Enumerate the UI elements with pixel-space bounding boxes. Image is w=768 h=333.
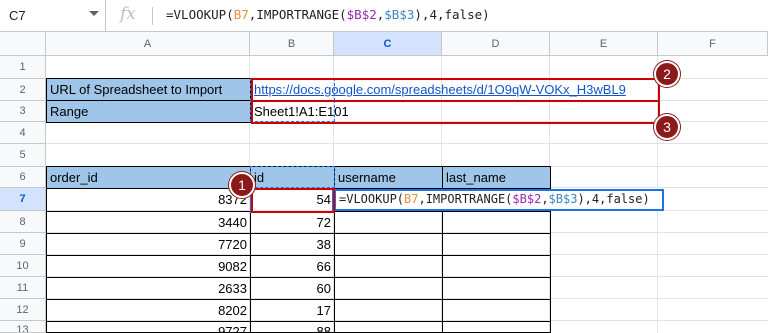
last-name-cell[interactable] (442, 277, 551, 300)
formula-part-import: ,IMPORTRANGE( (248, 7, 347, 22)
select-all-corner[interactable] (0, 32, 46, 56)
id-cell[interactable]: 38 (250, 233, 335, 256)
order-id-cell[interactable]: 8202 (46, 299, 251, 322)
username-cell[interactable] (334, 233, 443, 256)
row-header-5[interactable]: 5 (0, 144, 46, 167)
column-header-e[interactable]: E (550, 32, 658, 56)
annotation-box-range (251, 100, 660, 124)
step-badge-2: 2 (654, 61, 680, 87)
spreadsheet-grid: A B C D E F 1 2 3 4 5 6 7 8 9 10 11 12 1… (0, 32, 768, 333)
row-header-7[interactable]: 7 (0, 188, 46, 211)
id-cell[interactable]: 72 (250, 211, 335, 234)
cell-d6[interactable]: last_name (442, 166, 551, 189)
username-cell[interactable] (334, 299, 443, 322)
row-header-10[interactable]: 10 (0, 255, 46, 277)
order-id-cell[interactable]: 9727 (46, 321, 251, 333)
order-id-cell[interactable]: 9082 (46, 255, 251, 278)
fx-icon: fx (120, 4, 136, 24)
formula-bar: C7 fx =VLOOKUP(B7,IMPORTRANGE($B$2,$B$3)… (0, 0, 768, 32)
column-header-f[interactable]: F (658, 32, 768, 56)
last-name-cell[interactable] (442, 211, 551, 234)
formula-ref-b2: $B$2 (346, 7, 377, 22)
order-id-cell[interactable]: 3440 (46, 211, 251, 234)
last-name-cell[interactable] (442, 299, 551, 322)
editor-part-import: ,IMPORTRANGE( (418, 192, 513, 206)
formula-ref-b3: $B$3 (384, 7, 415, 22)
row-header-4[interactable]: 4 (0, 122, 46, 144)
cell-c6[interactable]: username (334, 166, 443, 189)
ref-highlight-b6 (250, 166, 335, 188)
formula-input[interactable]: =VLOOKUP(B7,IMPORTRANGE($B$2,$B$3),4,fal… (166, 7, 490, 22)
id-cell[interactable]: 88 (250, 321, 335, 333)
step-badge-3: 3 (654, 114, 680, 140)
name-box[interactable]: C7 (0, 0, 106, 32)
cell-a2[interactable]: URL of Spreadsheet to Import (46, 78, 251, 101)
row-header-6[interactable]: 6 (0, 167, 46, 188)
cell-a3[interactable]: Range (46, 100, 251, 123)
step-badge-1: 1 (229, 172, 255, 198)
id-cell[interactable]: 17 (250, 299, 335, 322)
id-cell[interactable]: 66 (250, 255, 335, 278)
row-header-9[interactable]: 9 (0, 233, 46, 255)
cell-editor-c7[interactable]: =VLOOKUP(B7,IMPORTRANGE($B$2,$B$3),4,fal… (334, 189, 664, 211)
row-header-11[interactable]: 11 (0, 277, 46, 299)
annotation-box-url (251, 78, 660, 102)
row-header-2[interactable]: 2 (0, 79, 46, 101)
editor-ref-b2: $B$2 (512, 192, 542, 206)
username-cell[interactable] (334, 255, 443, 278)
id-cell[interactable]: 60 (250, 277, 335, 300)
editor-ref-b3: $B$3 (548, 192, 578, 206)
cell-a6[interactable]: order_id (46, 166, 251, 189)
name-box-value[interactable]: C7 (9, 8, 26, 23)
formula-ref-b7: B7 (233, 7, 249, 22)
annotation-box-b7 (251, 188, 335, 213)
order-id-cell[interactable]: 2633 (46, 277, 251, 300)
column-header-a[interactable]: A (46, 32, 250, 56)
editor-part-func: =VLOOKUP( (339, 192, 405, 206)
username-cell[interactable] (334, 321, 443, 333)
last-name-cell[interactable] (442, 321, 551, 333)
gridline (46, 143, 768, 144)
editor-part-end: ),4,false) (577, 192, 650, 206)
last-name-cell[interactable] (442, 255, 551, 278)
editor-part-comma: , (541, 192, 549, 206)
order-id-cell[interactable]: 7720 (46, 233, 251, 256)
last-name-cell[interactable] (442, 233, 551, 256)
row-header-8[interactable]: 8 (0, 211, 46, 233)
editor-ref-b7: B7 (404, 192, 419, 206)
row-header-1[interactable]: 1 (0, 56, 46, 79)
column-header-c[interactable]: C (334, 32, 442, 56)
username-cell[interactable] (334, 211, 443, 234)
column-header-d[interactable]: D (442, 32, 550, 56)
formula-bar-divider (152, 7, 153, 25)
column-header-b[interactable]: B (250, 32, 334, 56)
row-header-13[interactable]: 13 (0, 321, 46, 333)
formula-part-func: =VLOOKUP( (166, 7, 234, 22)
row-header-3[interactable]: 3 (0, 101, 46, 122)
row-header-12[interactable]: 12 (0, 299, 46, 321)
username-cell[interactable] (334, 277, 443, 300)
chevron-down-icon[interactable] (89, 11, 99, 16)
formula-part-end: ),4,false) (414, 7, 490, 22)
order-id-cell[interactable]: 8372 (46, 188, 251, 212)
